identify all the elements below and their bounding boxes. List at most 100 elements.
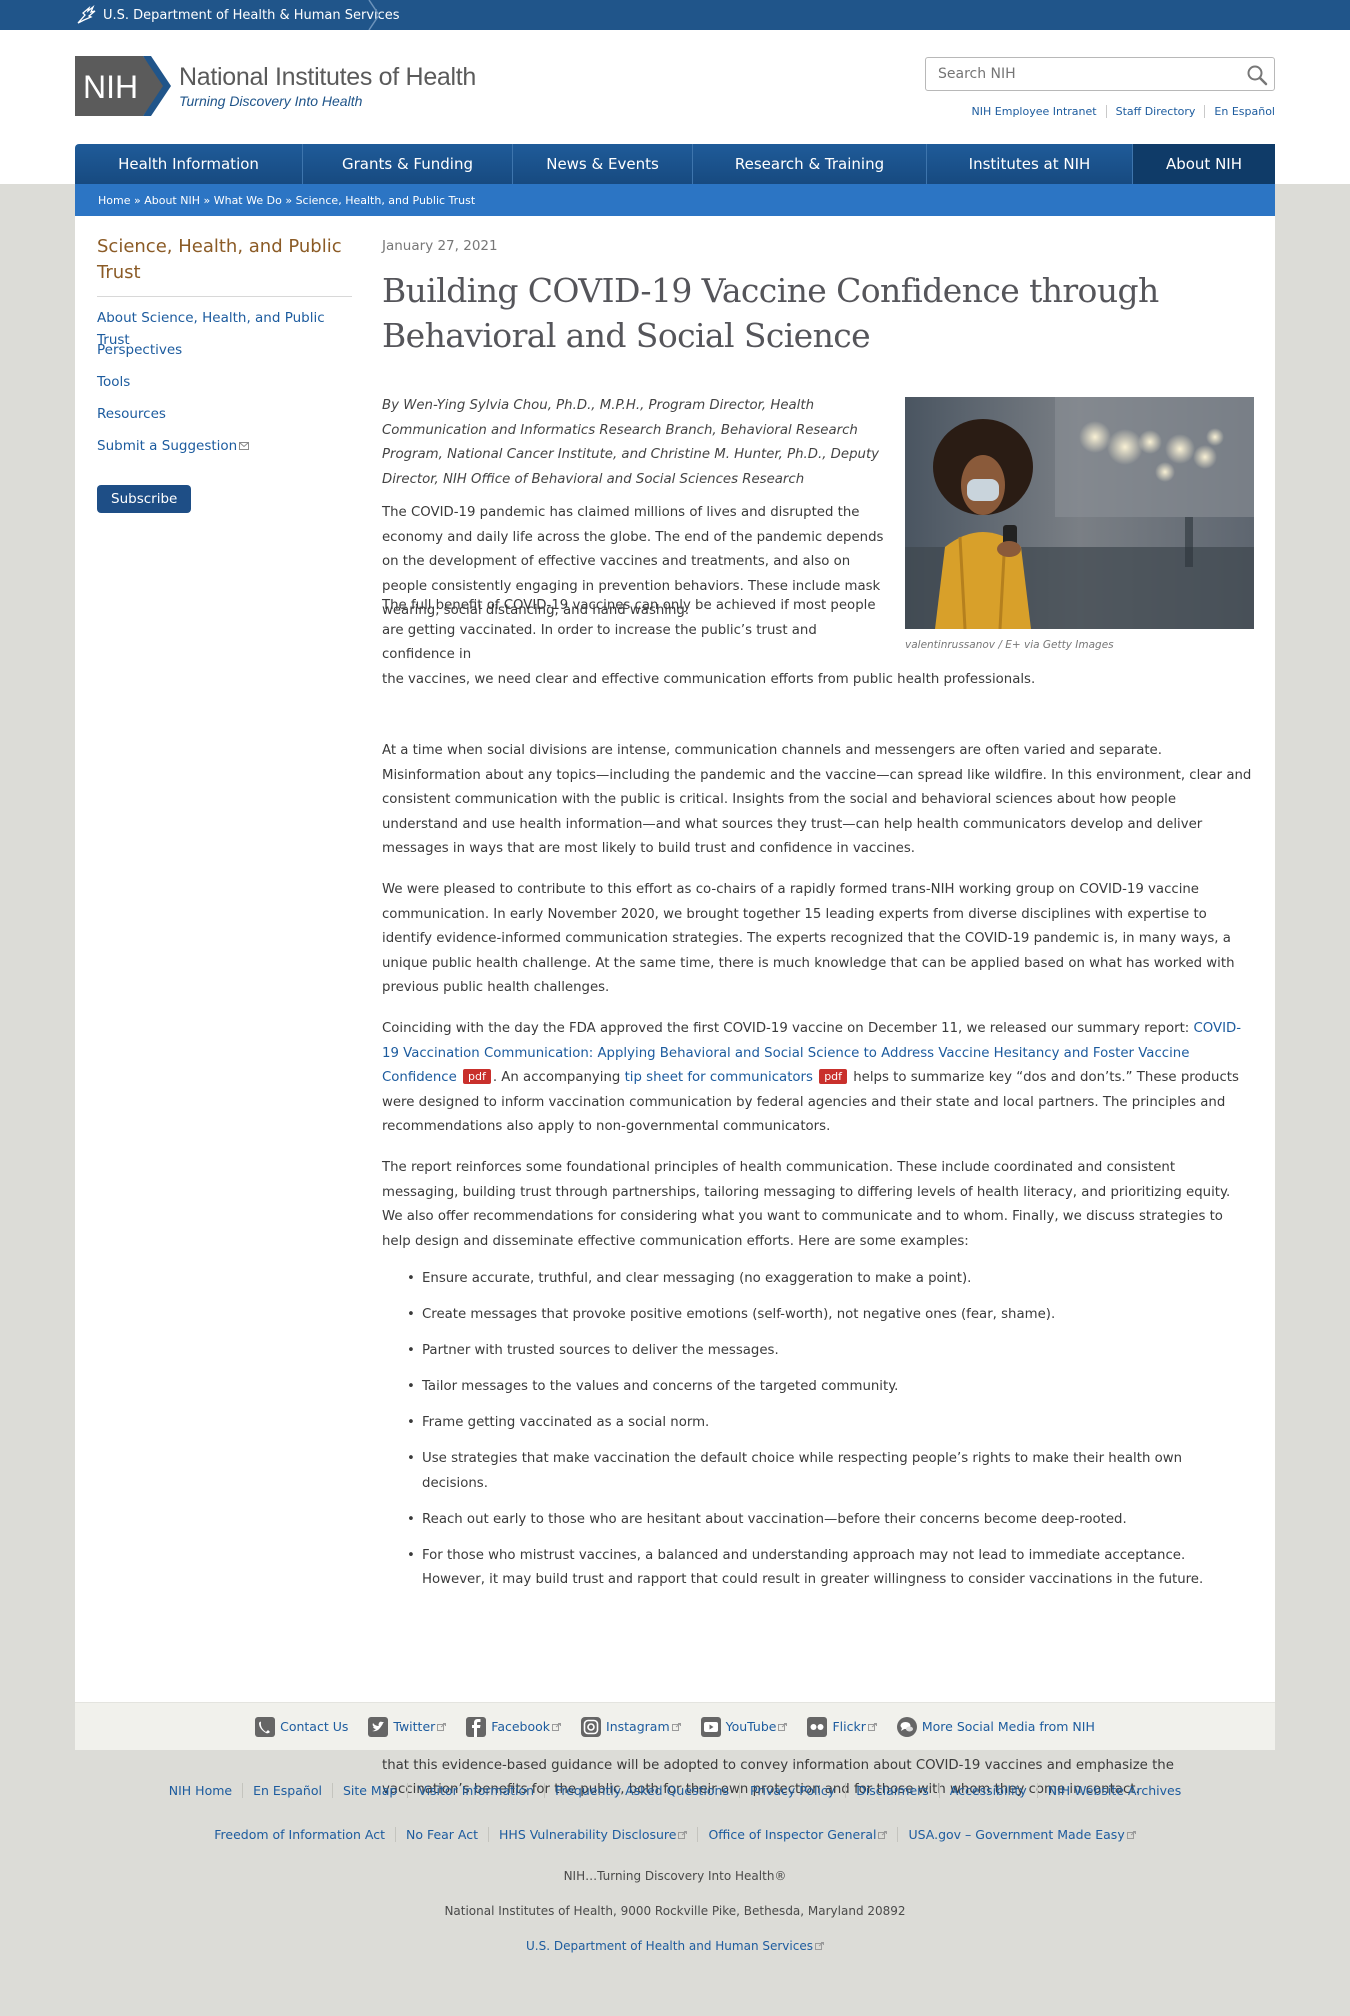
nih-logo-mark-icon: NIH (75, 56, 171, 116)
facebook-icon (466, 1716, 487, 1737)
sidebar-link-suggestion[interactable]: Submit a Suggestion (97, 438, 237, 454)
footer-links-row-2: Freedom of Information Act No Fear Act H… (0, 1827, 1350, 1842)
social-flickr[interactable]: Flickr (807, 1716, 877, 1737)
breadcrumb-what-we-do[interactable]: What We Do (214, 194, 282, 207)
breadcrumb-home[interactable]: Home (98, 194, 130, 207)
external-link-icon (814, 1942, 824, 1950)
sidebar-link-resources[interactable]: Resources (97, 406, 166, 422)
search-input[interactable] (926, 58, 1226, 90)
social-contact-us[interactable]: Contact Us (255, 1716, 349, 1737)
external-link-icon (437, 1722, 447, 1731)
tip-sheet-link[interactable]: tip sheet for communicators (625, 1070, 813, 1085)
hhs-label: U.S. Department of Health & Human Servic… (103, 7, 400, 23)
nav-grants-funding[interactable]: Grants & Funding (303, 144, 513, 184)
youtube-icon (700, 1716, 721, 1737)
footer-link[interactable]: Accessibility (938, 1783, 1037, 1798)
social-instagram[interactable]: Instagram (581, 1716, 681, 1737)
main-container: Health Information Grants & Funding News… (75, 144, 1275, 1797)
search-icon[interactable] (1246, 64, 1268, 86)
footer-link[interactable]: USA.gov – Government Made Easy (897, 1827, 1145, 1842)
social-youtube[interactable]: YouTube (700, 1716, 788, 1737)
hhs-bar: U.S. Department of Health & Human Servic… (0, 0, 1350, 30)
footer-link[interactable]: NIH Website Archives (1036, 1783, 1192, 1798)
breadcrumb: Home » About NIH » What We Do » Science,… (75, 184, 1275, 216)
nav-news-events[interactable]: News & Events (513, 144, 693, 184)
sidebar-link-tools[interactable]: Tools (97, 374, 130, 390)
subscribe-button[interactable]: Subscribe (97, 485, 192, 513)
nih-logo[interactable]: NIH National Institutes of Health Turnin… (75, 56, 476, 116)
sidebar-item-about: About Science, Health, and Public Trust (97, 307, 352, 348)
footer-address: National Institutes of Health, 9000 Rock… (444, 1904, 906, 1918)
footer-link[interactable]: Frequently Asked Questions (544, 1783, 739, 1798)
list-item: Ensure accurate, truthful, and clear mes… (407, 1267, 1252, 1292)
list-item: Partner with trusted sources to deliver … (407, 1339, 1252, 1364)
footer-link[interactable]: Visitor Information (407, 1783, 544, 1798)
paragraph-2-part-b: the vaccines, we need clear and effectiv… (382, 671, 1036, 687)
social-bar: Contact Us Twitter Facebook Instagram Yo… (75, 1702, 1275, 1750)
breadcrumb-separator: » (281, 193, 296, 207)
staff-directory-link[interactable]: Staff Directory (1105, 105, 1205, 118)
footer-link[interactable]: Privacy Policy (739, 1783, 845, 1798)
paragraph-3: At a time when social divisions are inte… (382, 743, 1252, 856)
breadcrumb-separator: » (130, 193, 145, 207)
footer-link[interactable]: En Español (242, 1783, 332, 1798)
sidebar: Science, Health, and Public Trust About … (97, 234, 352, 513)
breadcrumb-about-nih[interactable]: About NIH (144, 194, 200, 207)
breadcrumb-current: Science, Health, and Public Trust (295, 193, 476, 207)
footer-links-row-1: NIH Home En Español Site Map Visitor Inf… (0, 1783, 1350, 1798)
pdf-badge: pdf (463, 1069, 491, 1084)
hhs-footer-link[interactable]: U.S. Department of Health and Human Serv… (526, 1939, 813, 1953)
site-footer: NIH Home En Español Site Map Visitor Inf… (0, 1750, 1350, 2016)
sidebar-title: Science, Health, and Public Trust (97, 234, 352, 297)
social-label: Instagram (606, 1719, 670, 1734)
main-nav: Health Information Grants & Funding News… (75, 144, 1275, 184)
social-twitter[interactable]: Twitter (368, 1716, 447, 1737)
social-more[interactable]: More Social Media from NIH (896, 1716, 1095, 1737)
sidebar-item-resources: Resources (97, 403, 352, 435)
footer-link[interactable]: Office of Inspector General (697, 1827, 897, 1842)
nav-about-nih[interactable]: About NIH (1133, 144, 1275, 184)
external-link-icon (867, 1722, 877, 1731)
breadcrumb-separator: » (199, 193, 214, 207)
list-item: Create messages that provoke positive em… (407, 1303, 1252, 1328)
list-item: For those who mistrust vaccines, a balan… (407, 1544, 1252, 1593)
list-item: Use strategies that make vaccination the… (407, 1447, 1252, 1496)
external-link-icon (671, 1722, 681, 1731)
logo-tagline: Turning Discovery Into Health (179, 93, 363, 109)
footer-tagline: NIH…Turning Discovery Into Health® (563, 1869, 787, 1883)
en-espanol-link[interactable]: En Español (1204, 105, 1275, 118)
logo-title: National Institutes of Health (179, 63, 477, 91)
nav-research-training[interactable]: Research & Training (693, 144, 927, 184)
footer-link[interactable]: No Fear Act (394, 1827, 488, 1842)
instagram-icon (581, 1716, 602, 1737)
paragraph-5-start: Coinciding with the day the FDA approved… (382, 1021, 1194, 1036)
twitter-icon (368, 1716, 389, 1737)
nav-health-information[interactable]: Health Information (75, 144, 303, 184)
external-link-icon (878, 1831, 888, 1839)
recommendations-list: Ensure accurate, truthful, and clear mes… (407, 1267, 1252, 1604)
footer-link-label: HHS Vulnerability Disclosure (499, 1827, 677, 1842)
sidebar-link-perspectives[interactable]: Perspectives (97, 342, 182, 358)
sidebar-nav: About Science, Health, and Public Trust … (97, 307, 352, 467)
external-link-icon (778, 1722, 788, 1731)
employee-intranet-link[interactable]: NIH Employee Intranet (963, 105, 1106, 118)
flickr-icon (807, 1716, 828, 1737)
social-label: YouTube (725, 1719, 777, 1734)
footer-link[interactable]: Disclaimers (845, 1783, 939, 1798)
social-label: Facebook (491, 1719, 551, 1734)
footer-link[interactable]: Site Map (331, 1783, 407, 1798)
social-label: Contact Us (280, 1719, 349, 1734)
footer-link[interactable]: Freedom of Information Act (204, 1827, 395, 1842)
list-item: Reach out early to those who are hesitan… (407, 1508, 1252, 1533)
social-facebook[interactable]: Facebook (466, 1716, 562, 1737)
paragraph-2-part-a: The full benefit of COVID-19 vaccines ca… (382, 598, 876, 662)
nav-institutes[interactable]: Institutes at NIH (927, 144, 1133, 184)
mail-icon (239, 442, 250, 450)
external-link-icon (678, 1831, 688, 1839)
external-link-icon (552, 1722, 562, 1731)
footer-link[interactable]: HHS Vulnerability Disclosure (488, 1827, 697, 1842)
footer-link-label: USA.gov – Government Made Easy (908, 1827, 1125, 1842)
footer-link[interactable]: NIH Home (159, 1783, 242, 1798)
paragraph-4: We were pleased to contribute to this ef… (382, 882, 1235, 995)
sidebar-item-suggestion: Submit a Suggestion (97, 435, 352, 467)
